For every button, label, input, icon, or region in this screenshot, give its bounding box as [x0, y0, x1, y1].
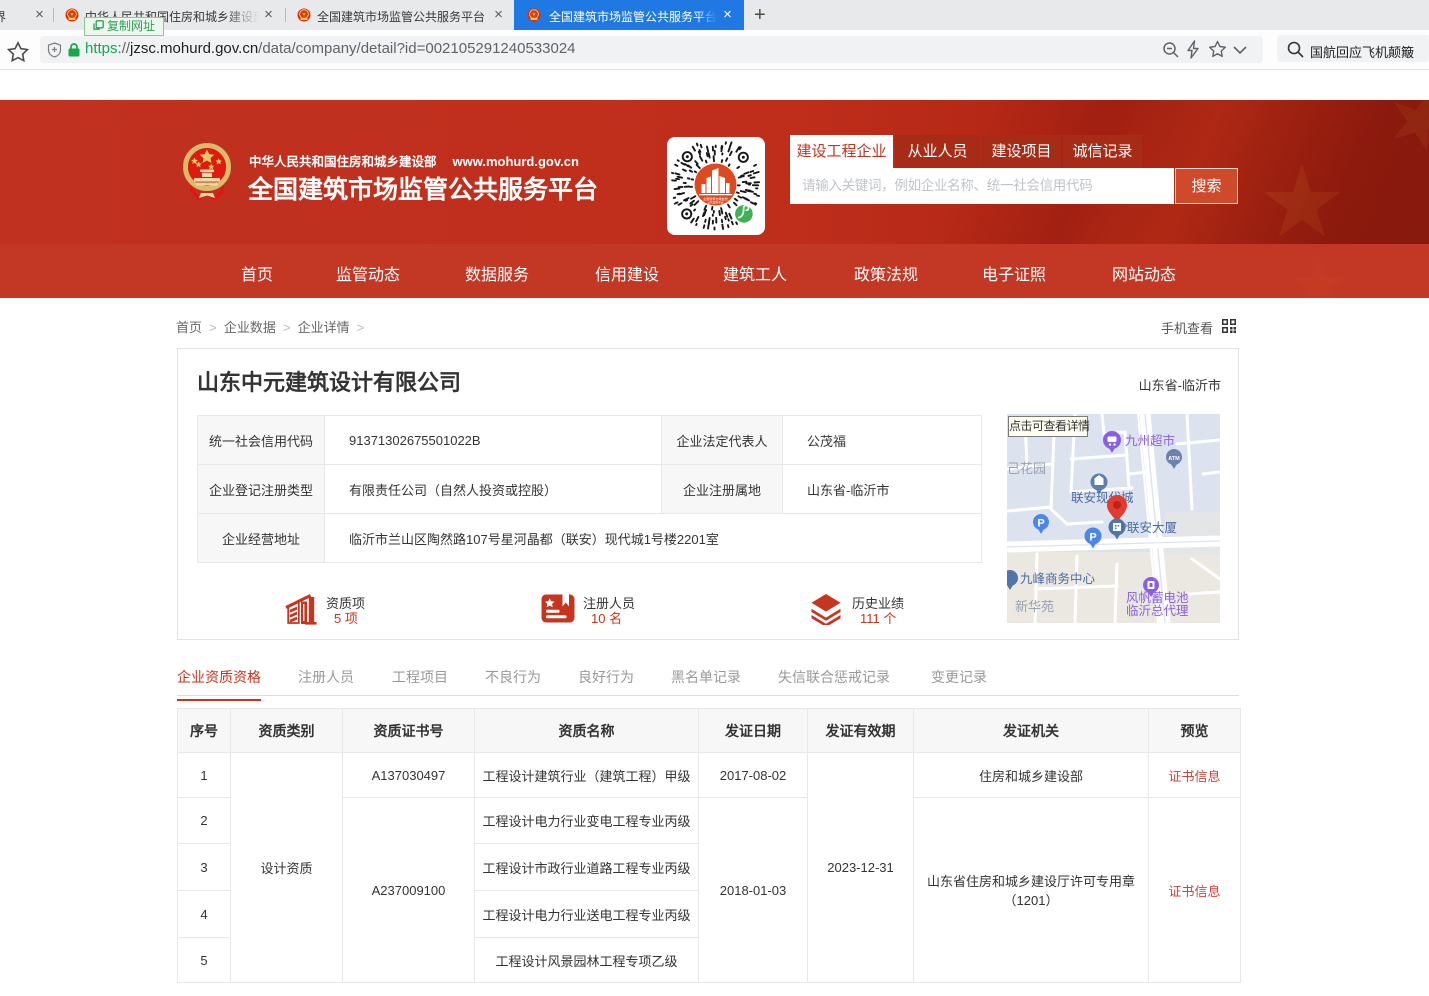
- svg-text:新华苑: 新华苑: [1015, 599, 1054, 614]
- svg-text:临沂总代理: 临沂总代理: [1126, 604, 1189, 618]
- svg-text:公共服务平台: 公共服务平台: [707, 200, 723, 204]
- svg-text:己花园: 己花园: [1007, 461, 1046, 476]
- svg-text:九州超市: 九州超市: [1125, 433, 1175, 448]
- svg-text:九峰商务中心: 九峰商务中心: [1020, 571, 1096, 586]
- svg-text:联安大厦: 联安大厦: [1127, 520, 1177, 535]
- svg-text:ATM: ATM: [1168, 456, 1180, 462]
- svg-text:全国建筑市场监管: 全国建筑市场监管: [703, 196, 728, 201]
- svg-text:风帆蓄电池: 风帆蓄电池: [1126, 590, 1189, 605]
- svg-text:P: P: [1037, 518, 1044, 530]
- svg-text:P: P: [1089, 532, 1096, 544]
